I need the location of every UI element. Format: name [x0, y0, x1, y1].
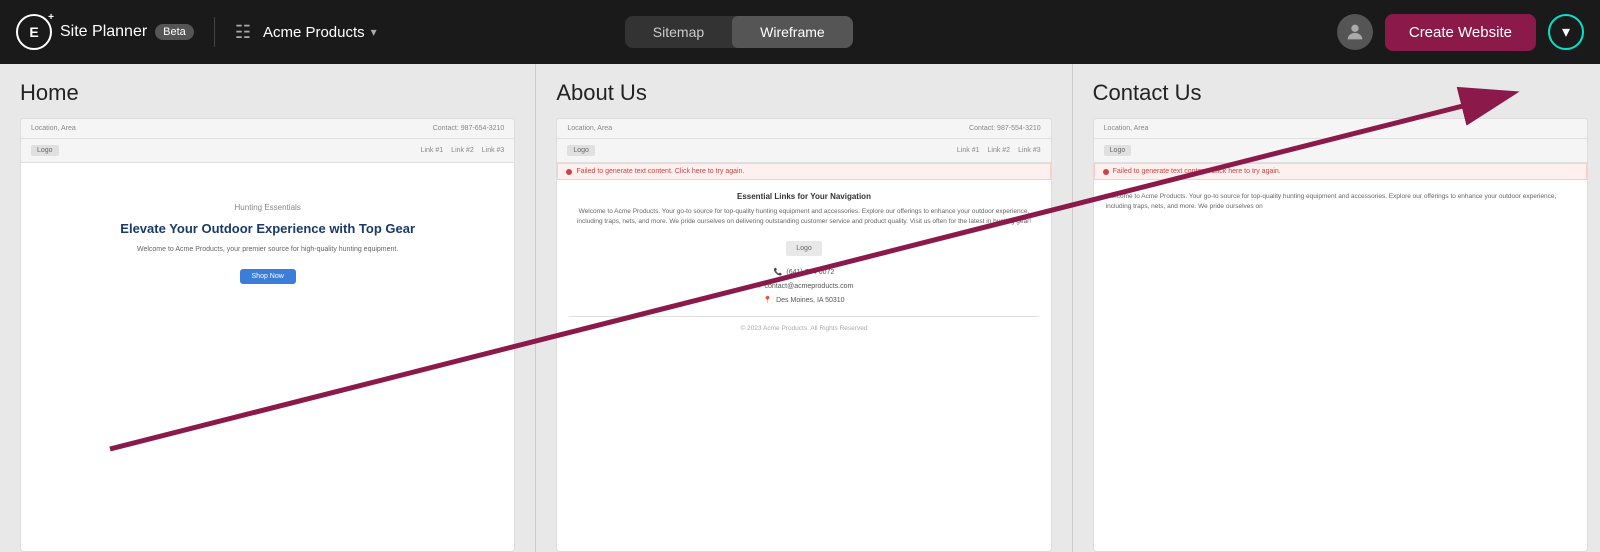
- about-section-title: Essential Links for Your Navigation: [569, 192, 1038, 201]
- nav-divider-1: [214, 17, 215, 47]
- home-page-title: Home: [20, 80, 515, 106]
- about-page-title: About Us: [556, 80, 1051, 106]
- about-page-column: About Us Location, Area Contact: 987-554…: [536, 64, 1071, 552]
- about-address: 📍 Des Moines, IA 50310: [569, 294, 1038, 308]
- about-body-text: Welcome to Acme Products. Your go-to sou…: [569, 207, 1038, 227]
- home-mini-header: Location, Area Contact: 987-654-3210: [21, 119, 514, 139]
- email-icon: ✉: [755, 280, 761, 294]
- project-name-label: Acme Products: [263, 24, 365, 41]
- create-dropdown-button[interactable]: ▾: [1548, 14, 1584, 50]
- home-link-1: Link #1: [421, 147, 444, 154]
- contact-content: Welcome to Acme Products. Your go-to sou…: [1094, 180, 1587, 224]
- logo-area: E Site Planner Beta: [16, 14, 194, 50]
- phone-icon: 📞: [774, 266, 783, 280]
- contact-mini-header: Location, Area: [1094, 119, 1587, 139]
- home-page-column: Home Location, Area Contact: 987-654-321…: [0, 64, 535, 552]
- home-mini-nav: Logo Link #1 Link #2 Link #3: [21, 139, 514, 163]
- contact-body-text: Welcome to Acme Products. Your go-to sou…: [1106, 192, 1575, 212]
- home-subtext: Welcome to Acme Products, your premier s…: [41, 246, 494, 253]
- tab-sitemap[interactable]: Sitemap: [625, 16, 732, 48]
- contact-error-dot-icon: [1103, 169, 1109, 175]
- home-logo-pill: Logo: [31, 145, 59, 156]
- contact-page-title: Contact Us: [1093, 80, 1588, 106]
- error-dot-icon: [566, 169, 572, 175]
- about-contact-label: Contact: 987-554-3210: [969, 125, 1041, 132]
- contact-location-label: Location, Area: [1104, 125, 1149, 132]
- about-phone: 📞 (641) 754-0072: [569, 266, 1038, 280]
- about-email: ✉ contact@acmeproducts.com: [569, 280, 1038, 294]
- location-icon: 📍: [763, 294, 772, 308]
- about-page-preview: Location, Area Contact: 987-554-3210 Log…: [556, 118, 1051, 552]
- home-hero-section: Hunting Essentials Elevate Your Outdoor …: [21, 163, 514, 304]
- logo-icon: E: [16, 14, 52, 50]
- main-content: Home Location, Area Contact: 987-654-321…: [0, 64, 1600, 552]
- about-mini-header: Location, Area Contact: 987-554-3210: [557, 119, 1050, 139]
- contact-error-text: Failed to generate text content. Click h…: [1113, 168, 1281, 175]
- contact-error-banner: Failed to generate text content. Click h…: [1094, 163, 1587, 180]
- home-link-2: Link #2: [451, 147, 474, 154]
- home-nav-links: Link #1 Link #2 Link #3: [421, 147, 505, 154]
- home-location-label: Location, Area: [31, 125, 76, 132]
- home-contact-label: Contact: 987-654-3210: [433, 125, 505, 132]
- about-logo-pill-2: Logo: [786, 241, 822, 256]
- view-tabs: Sitemap Wireframe: [625, 16, 853, 48]
- nav-right-actions: Create Website ▾: [1337, 14, 1584, 51]
- about-mini-nav: Logo Link #1 Link #2 Link #3: [557, 139, 1050, 163]
- contact-mini-nav: Logo: [1094, 139, 1587, 163]
- project-icon: ☷: [235, 22, 251, 43]
- home-headline: Elevate Your Outdoor Experience with Top…: [41, 220, 494, 238]
- home-page-preview: Location, Area Contact: 987-654-3210 Log…: [20, 118, 515, 552]
- about-contact-info: 📞 (641) 754-0072 ✉ contact@acmeproducts.…: [569, 266, 1038, 308]
- contact-page-preview: Location, Area Logo Failed to generate t…: [1093, 118, 1588, 552]
- contact-logo-pill: Logo: [1104, 145, 1132, 156]
- beta-badge: Beta: [155, 24, 194, 40]
- project-selector[interactable]: Acme Products ▾: [263, 24, 377, 41]
- logo-letter: E: [29, 24, 38, 40]
- tab-wireframe[interactable]: Wireframe: [732, 16, 853, 48]
- project-chevron-icon: ▾: [371, 25, 377, 39]
- contact-page-column: Contact Us Location, Area Logo Failed to…: [1073, 64, 1600, 552]
- app-name: Site Planner: [60, 23, 147, 41]
- create-website-button[interactable]: Create Website: [1385, 14, 1536, 51]
- home-cta-button[interactable]: Shop Now: [240, 269, 296, 284]
- about-divider: [569, 316, 1038, 317]
- about-error-text: Failed to generate text content. Click h…: [576, 168, 744, 175]
- about-link-1: Link #1: [957, 147, 980, 154]
- about-error-banner: Failed to generate text content. Click h…: [557, 163, 1050, 180]
- about-footer: © 2023 Acme Products. All Rights Reserve…: [569, 325, 1038, 332]
- navbar: E Site Planner Beta ☷ Acme Products ▾ Si…: [0, 0, 1600, 64]
- about-link-2: Link #2: [988, 147, 1011, 154]
- about-link-3: Link #3: [1018, 147, 1041, 154]
- home-category-label: Hunting Essentials: [41, 203, 494, 212]
- user-avatar[interactable]: [1337, 14, 1373, 50]
- about-content: Essential Links for Your Navigation Welc…: [557, 180, 1050, 344]
- about-logo-pill: Logo: [567, 145, 595, 156]
- about-nav-links: Link #1 Link #2 Link #3: [957, 147, 1041, 154]
- home-link-3: Link #3: [482, 147, 505, 154]
- about-location-label: Location, Area: [567, 125, 612, 132]
